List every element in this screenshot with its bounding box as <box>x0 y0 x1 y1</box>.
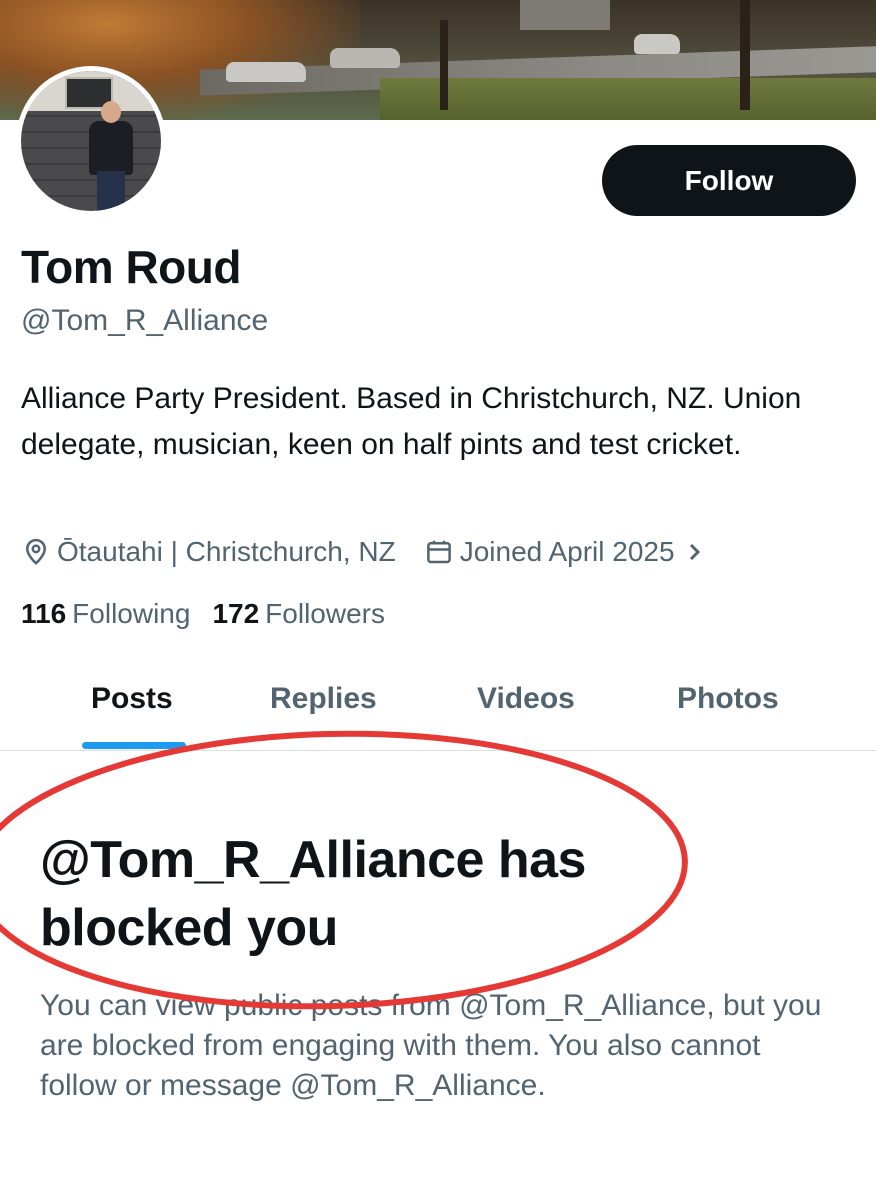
calendar-icon <box>426 540 451 564</box>
banner-house <box>520 0 610 30</box>
profile-handle: @Tom_R_Alliance <box>21 304 269 337</box>
followers-count: 172 <box>212 598 260 629</box>
banner-car <box>634 34 680 54</box>
location-pin-icon <box>25 538 47 565</box>
location-text: Ōtautahi | Christchurch, NZ <box>57 536 396 567</box>
tab-replies[interactable]: Replies <box>270 682 377 716</box>
profile-tabs: Posts Replies Videos Photos <box>0 664 876 751</box>
blocked-title: @Tom_R_Alliance has blocked you <box>40 831 586 957</box>
blocked-message: You can view public posts from @Tom_R_Al… <box>40 989 822 1102</box>
avatar-photo <box>21 71 161 211</box>
banner-tree <box>740 0 750 110</box>
profile-joined[interactable]: Joined April 2025 <box>424 536 705 568</box>
profile-location: Ōtautahi | Christchurch, NZ <box>21 536 396 568</box>
profile-meta: Ōtautahi | Christchurch, NZ Joined April… <box>21 532 705 572</box>
active-tab-indicator <box>82 742 186 749</box>
tab-videos[interactable]: Videos <box>477 682 575 716</box>
profile-bio: Alliance Party President. Based in Chris… <box>21 382 802 461</box>
followers-label: Followers <box>265 598 385 629</box>
banner-tree <box>440 20 448 110</box>
banner-grass <box>380 78 876 120</box>
profile-avatar[interactable] <box>16 66 166 216</box>
followers-link[interactable]: 172 Followers <box>212 598 385 630</box>
following-link[interactable]: 116 Following <box>21 598 190 630</box>
tab-posts[interactable]: Posts <box>91 682 173 716</box>
profile-counts: 116 Following 172 Followers <box>21 598 407 630</box>
follow-button[interactable]: Follow <box>602 145 856 216</box>
joined-text: Joined April 2025 <box>459 536 675 567</box>
following-label: Following <box>72 598 191 629</box>
banner-car <box>226 62 306 82</box>
profile-name: Tom Roud <box>21 241 241 293</box>
banner-car <box>330 48 400 68</box>
following-count: 116 <box>21 598 67 629</box>
chevron-right-icon <box>689 543 700 561</box>
tab-photos[interactable]: Photos <box>677 682 779 716</box>
